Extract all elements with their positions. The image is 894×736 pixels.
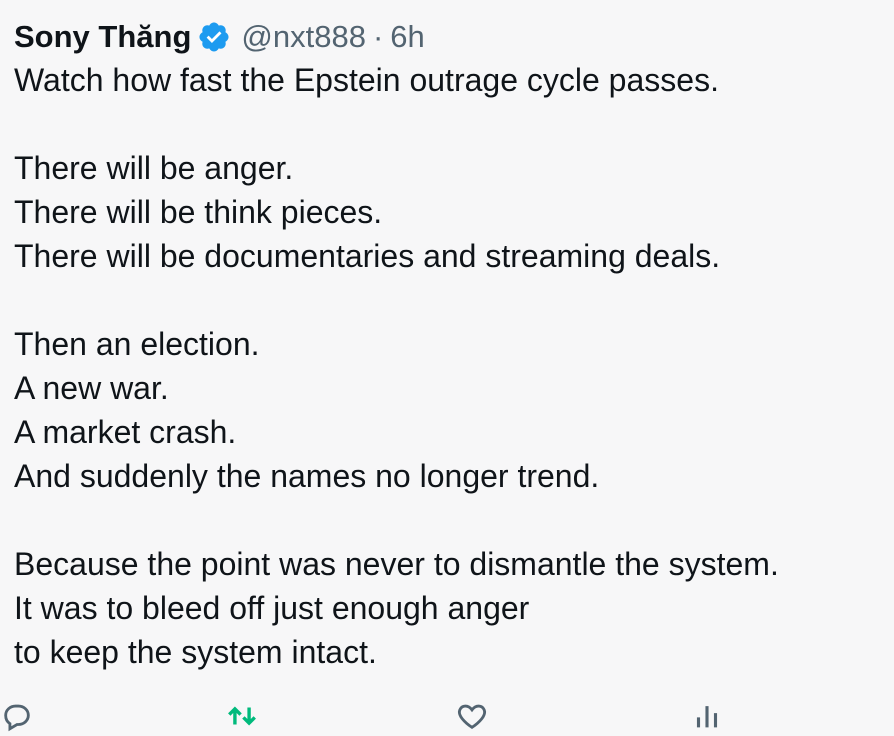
- repost-icon: [225, 699, 259, 733]
- tweet-text-line: There will be documentaries and streamin…: [14, 238, 721, 274]
- tweet-text-line: to keep the system intact.: [14, 634, 377, 670]
- tweet-text-line: Watch how fast the Epstein outrage cycle…: [14, 62, 719, 98]
- tweet-text-line: Then an election.: [14, 326, 260, 362]
- views-button[interactable]: [690, 696, 736, 736]
- tweet-actions-bar: [0, 696, 870, 736]
- author-handle[interactable]: @nxt888: [241, 14, 366, 60]
- reply-icon: [0, 699, 34, 733]
- repost-button[interactable]: [225, 696, 271, 736]
- verified-badge-icon[interactable]: [197, 20, 231, 54]
- views-icon: [690, 699, 724, 733]
- like-button[interactable]: [455, 696, 501, 736]
- meta-separator: ·: [372, 19, 384, 54]
- tweet-text-line: There will be anger.: [14, 150, 294, 186]
- tweet-timestamp[interactable]: 6h: [390, 14, 424, 60]
- tweet-text-line: A market crash.: [14, 414, 237, 450]
- tweet-text-line: A new war.: [14, 370, 169, 406]
- heart-icon: [455, 699, 489, 733]
- tweet-text-line: And suddenly the names no longer trend.: [14, 458, 600, 494]
- tweet-text-line: Because the point was never to dismantle…: [14, 546, 779, 582]
- tweet-header: Sony Thăng @nxt888 · 6h: [14, 14, 874, 60]
- tweet-text: Watch how fast the Epstein outrage cycle…: [14, 58, 874, 674]
- tweet-text-line: There will be think pieces.: [14, 194, 383, 230]
- tweet[interactable]: Sony Thăng @nxt888 · 6h Watch how fast t…: [14, 14, 874, 722]
- tweet-text-line: It was to bleed off just enough anger: [14, 590, 530, 626]
- author-name[interactable]: Sony Thăng: [14, 14, 191, 60]
- reply-button[interactable]: [0, 696, 46, 736]
